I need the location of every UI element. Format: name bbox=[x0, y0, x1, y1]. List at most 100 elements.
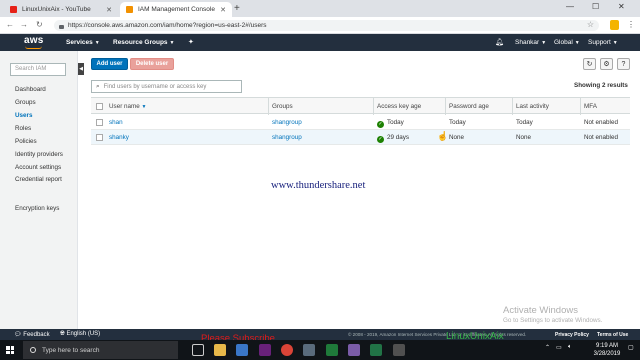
watermark-text: www.thundershare.net bbox=[271, 180, 366, 191]
browser-tab-strip: LinuxUnixAix - YouTube ✕ IAM Management … bbox=[0, 0, 640, 17]
sidebar-item-policies[interactable]: Policies bbox=[15, 138, 37, 145]
account-menu[interactable]: Shankar ▼ bbox=[515, 39, 546, 46]
column-last-activity[interactable]: Last activity bbox=[516, 103, 549, 110]
sidebar-item-users[interactable]: Users bbox=[15, 112, 33, 119]
results-count: Showing 2 results bbox=[574, 82, 628, 89]
taskbar-search-placeholder: Type here to search bbox=[42, 346, 100, 354]
app-icon[interactable] bbox=[393, 344, 405, 356]
bell-icon[interactable]: 🔔︎ bbox=[495, 38, 504, 46]
delete-user-button[interactable]: Delete user bbox=[130, 58, 174, 70]
refresh-icon[interactable]: ↻ bbox=[583, 58, 596, 70]
last-activity: Today bbox=[516, 119, 533, 126]
mail-icon[interactable] bbox=[236, 344, 248, 356]
sidebar-item-identity-providers[interactable]: Identity providers bbox=[15, 151, 63, 158]
app-icon[interactable] bbox=[303, 344, 315, 356]
sidebar-item-groups[interactable]: Groups bbox=[15, 99, 36, 106]
menu-icon[interactable]: ⋮ bbox=[627, 20, 635, 29]
aws-header: aws Services ▼ Resource Groups ▼ ✦ 🔔︎ Shan… bbox=[0, 34, 640, 51]
column-divider bbox=[445, 98, 446, 115]
region-menu[interactable]: Global ▼ bbox=[554, 39, 580, 46]
minimize-icon[interactable]: — bbox=[566, 2, 574, 11]
add-user-button[interactable]: Add user bbox=[91, 58, 128, 70]
help-icon[interactable]: ? bbox=[617, 58, 630, 70]
sidebar-item-credential-report[interactable]: Credential report bbox=[15, 176, 62, 183]
back-icon[interactable]: ← bbox=[6, 20, 14, 29]
bookmark-star-icon[interactable]: ☆ bbox=[587, 20, 594, 29]
select-all-checkbox[interactable] bbox=[96, 103, 103, 110]
column-divider bbox=[373, 98, 374, 115]
aws-icon bbox=[126, 6, 133, 13]
services-menu[interactable]: Services ▼ bbox=[66, 39, 100, 46]
group-link[interactable]: shangroup bbox=[272, 119, 302, 126]
terms-of-use-link[interactable]: Terms of Use bbox=[597, 332, 628, 338]
row-checkbox[interactable] bbox=[96, 134, 103, 141]
privacy-policy-link[interactable]: Privacy Policy bbox=[555, 332, 589, 338]
column-password-age[interactable]: Password age bbox=[449, 103, 489, 110]
aws-footer: 💬︎ Feedback 🌐︎ English (US) © 2008 - 201… bbox=[0, 329, 640, 340]
close-tab-icon[interactable]: ✕ bbox=[220, 6, 226, 14]
language-selector[interactable]: 🌐︎ English (US) bbox=[60, 331, 100, 338]
aws-smile-logo bbox=[25, 46, 42, 49]
sidebar-item-dashboard[interactable]: Dashboard bbox=[15, 86, 46, 93]
table-row[interactable]: shan shangroup ✓ Today Today Today Not en… bbox=[91, 115, 630, 130]
excel-icon[interactable] bbox=[370, 344, 382, 356]
column-access-key-age[interactable]: Access key age bbox=[377, 103, 421, 110]
sidebar-item-roles[interactable]: Roles bbox=[15, 125, 31, 132]
system-clock[interactable]: 9:19 AM 3/28/2019 bbox=[589, 342, 625, 358]
windows-start-icon[interactable] bbox=[6, 346, 14, 354]
column-user-name[interactable]: User name ▼ bbox=[109, 103, 147, 110]
tab-youtube[interactable]: LinuxUnixAix - YouTube ✕ bbox=[4, 2, 118, 17]
support-menu[interactable]: Support ▼ bbox=[588, 39, 618, 46]
row-checkbox[interactable] bbox=[96, 119, 103, 126]
user-name-link[interactable]: shan bbox=[109, 119, 123, 126]
user-search-input[interactable]: ⌕ Find users by username or access key bbox=[91, 80, 242, 93]
chrome-icon[interactable] bbox=[281, 344, 293, 356]
gear-icon[interactable]: ⚙ bbox=[600, 58, 613, 70]
notifications-icon[interactable]: ▢ bbox=[628, 344, 634, 351]
new-tab-button[interactable]: + bbox=[234, 3, 240, 14]
user-name-link[interactable]: shanky bbox=[109, 134, 129, 141]
taskbar-search-input[interactable]: Type here to search bbox=[23, 341, 178, 359]
tab-iam-console[interactable]: IAM Management Console ✕ bbox=[120, 2, 232, 17]
volume-icon[interactable]: 🔈︎ bbox=[568, 344, 572, 351]
password-age: None bbox=[449, 134, 465, 141]
reload-icon[interactable]: ↻ bbox=[36, 20, 43, 29]
url-text: https://console.aws.amazon.com/iam/home?… bbox=[68, 22, 267, 29]
column-groups[interactable]: Groups bbox=[272, 103, 293, 110]
collapse-sidebar-icon[interactable]: ◀ bbox=[78, 63, 84, 75]
mouse-cursor-icon: ☝ bbox=[437, 131, 449, 141]
address-bar-row: ← → ↻ https://console.aws.amazon.com/iam… bbox=[0, 17, 640, 34]
activate-windows-title: Activate Windows bbox=[503, 305, 578, 316]
app-icon[interactable] bbox=[326, 344, 338, 356]
close-tab-icon[interactable]: ✕ bbox=[106, 6, 112, 14]
feedback-link[interactable]: 💬︎ Feedback bbox=[14, 331, 50, 338]
file-explorer-icon[interactable] bbox=[214, 344, 226, 356]
access-key-age: ✓ Today bbox=[377, 119, 404, 128]
users-table-header: User name ▼ Groups Access key age Passwo… bbox=[91, 97, 630, 115]
activate-windows-subtitle: Go to Settings to activate Windows. bbox=[503, 317, 603, 324]
network-icon[interactable]: ▭ bbox=[556, 344, 562, 351]
search-icon: ⌕ bbox=[96, 82, 100, 90]
last-activity: None bbox=[516, 134, 532, 141]
resource-groups-menu[interactable]: Resource Groups ▼ bbox=[113, 39, 175, 46]
maximize-icon[interactable]: ☐ bbox=[592, 2, 599, 11]
tab-title: IAM Management Console bbox=[138, 6, 215, 13]
youtube-icon bbox=[10, 6, 17, 13]
url-field[interactable]: https://console.aws.amazon.com/iam/home?… bbox=[54, 20, 599, 31]
tray-up-arrow-icon[interactable]: ⌃ bbox=[545, 344, 550, 351]
aws-logo[interactable]: aws bbox=[24, 35, 44, 46]
sidebar-search-input[interactable]: Search IAM bbox=[10, 63, 66, 76]
check-circle-icon: ✓ bbox=[377, 121, 384, 128]
forward-icon[interactable]: → bbox=[20, 20, 28, 29]
task-view-icon[interactable] bbox=[192, 344, 204, 356]
group-link[interactable]: shangroup bbox=[272, 134, 302, 141]
sidebar-item-encryption-keys[interactable]: Encryption keys bbox=[15, 205, 59, 212]
app-icon[interactable] bbox=[348, 344, 360, 356]
sidebar-item-account-settings[interactable]: Account settings bbox=[15, 164, 61, 171]
close-icon[interactable]: ✕ bbox=[618, 2, 625, 11]
extension-icon[interactable] bbox=[610, 20, 619, 30]
table-row[interactable]: shanky shangroup ✓ 29 days None None Not … bbox=[91, 130, 630, 145]
column-mfa[interactable]: MFA bbox=[584, 103, 597, 110]
pin-icon[interactable]: ✦ bbox=[188, 38, 194, 46]
visual-studio-icon[interactable] bbox=[259, 344, 271, 356]
